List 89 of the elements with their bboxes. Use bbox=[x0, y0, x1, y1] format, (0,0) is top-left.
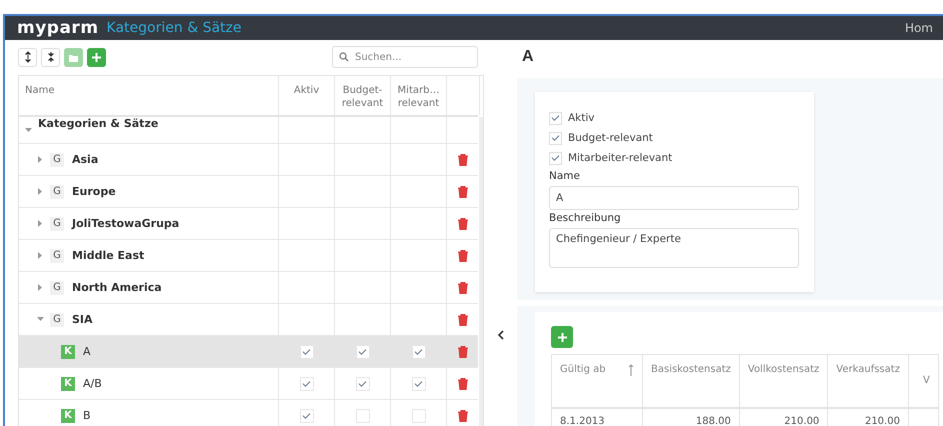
column-header[interactable]: Aktiv bbox=[279, 76, 335, 115]
trash-icon[interactable] bbox=[457, 344, 469, 358]
tree-row[interactable]: K A/B bbox=[19, 368, 478, 400]
checked-checkbox[interactable] bbox=[549, 112, 562, 124]
checked-checkbox[interactable] bbox=[300, 376, 314, 390]
column-header[interactable]: Name bbox=[19, 76, 279, 115]
row-name: A bbox=[83, 345, 91, 358]
collapse-icon bbox=[46, 51, 54, 63]
group-badge: G bbox=[50, 216, 64, 230]
tree-row[interactable]: K B bbox=[19, 400, 478, 426]
checked-checkbox[interactable] bbox=[356, 344, 370, 358]
tree-row[interactable]: K A bbox=[19, 336, 478, 368]
checked-checkbox[interactable] bbox=[300, 344, 314, 358]
column-header[interactable]: Vollkostensatz bbox=[739, 354, 828, 408]
group-badge: G bbox=[50, 184, 64, 198]
group-badge: G bbox=[50, 312, 64, 326]
category-badge: K bbox=[61, 376, 75, 390]
collapse-caret-icon[interactable] bbox=[25, 127, 32, 134]
collapse-caret-icon[interactable] bbox=[37, 316, 44, 323]
column-header[interactable]: Budget-relevant bbox=[335, 76, 391, 115]
input-field[interactable]: A bbox=[549, 186, 799, 210]
checked-checkbox[interactable] bbox=[412, 376, 426, 390]
trash-icon[interactable] bbox=[457, 248, 469, 262]
table-cell: 8.1.2013 bbox=[552, 408, 642, 426]
expand-icon bbox=[24, 51, 32, 63]
tree-row[interactable]: Kategorien & Sätze bbox=[19, 117, 478, 144]
tree-row[interactable]: G JoliTestowaGrupa bbox=[19, 208, 478, 240]
trash-icon[interactable] bbox=[457, 184, 469, 198]
row-name: Middle East bbox=[72, 249, 144, 262]
checked-checkbox[interactable] bbox=[356, 376, 370, 390]
trash-icon[interactable] bbox=[457, 152, 469, 166]
column-header[interactable]: Basiskostensatz bbox=[642, 354, 740, 408]
column-header[interactable]: Verkaufssatz bbox=[828, 354, 908, 408]
plus-icon bbox=[556, 332, 568, 342]
expand-caret-icon[interactable] bbox=[37, 284, 44, 291]
add-button[interactable] bbox=[87, 48, 106, 66]
collapse-button[interactable] bbox=[41, 48, 60, 66]
add-button[interactable] bbox=[551, 326, 573, 348]
tree-row[interactable]: G Middle East bbox=[19, 240, 478, 272]
group-badge: G bbox=[50, 152, 64, 166]
column-header[interactable]: Mitarb… relevant bbox=[391, 76, 447, 115]
row-name: Asia bbox=[72, 153, 98, 166]
row-name: Europe bbox=[72, 185, 116, 198]
nav-link[interactable]: Hom bbox=[904, 21, 933, 35]
trash-icon[interactable] bbox=[457, 408, 469, 422]
trash-icon[interactable] bbox=[457, 216, 469, 230]
checked-checkbox[interactable] bbox=[549, 132, 562, 144]
row-name: Kategorien & Sätze bbox=[38, 117, 158, 132]
checkbox[interactable] bbox=[356, 408, 370, 422]
detail-heading: A bbox=[522, 48, 535, 67]
page-title: Kategorien & Sätze bbox=[106, 20, 242, 36]
tree-row[interactable]: G Europe bbox=[19, 176, 478, 208]
checked-checkbox[interactable] bbox=[549, 152, 562, 164]
trash-icon[interactable] bbox=[457, 312, 469, 326]
category-badge: K bbox=[61, 344, 75, 358]
trash-icon[interactable] bbox=[457, 376, 469, 390]
checked-checkbox[interactable] bbox=[412, 344, 426, 358]
app-logo[interactable]: myparm bbox=[17, 18, 99, 38]
row-name: North America bbox=[72, 281, 162, 294]
collapse-panel-icon[interactable] bbox=[498, 330, 505, 340]
plus-icon bbox=[91, 52, 102, 62]
sort-ascending-icon[interactable] bbox=[628, 364, 634, 376]
checkbox-label: Budget-relevant bbox=[568, 132, 653, 144]
column-header[interactable]: Gültig ab bbox=[560, 364, 606, 375]
checked-checkbox[interactable] bbox=[300, 408, 314, 422]
tree-row[interactable]: G North America bbox=[19, 272, 478, 304]
search-icon bbox=[339, 52, 349, 62]
expand-caret-icon[interactable] bbox=[37, 188, 44, 195]
search-field[interactable]: Suchen... bbox=[332, 46, 478, 68]
row-name: B bbox=[83, 409, 91, 422]
checkbox[interactable] bbox=[412, 408, 426, 422]
column-header[interactable]: V bbox=[908, 354, 938, 408]
expand-button[interactable] bbox=[18, 48, 37, 66]
category-badge: K bbox=[61, 408, 75, 422]
expand-caret-icon[interactable] bbox=[37, 220, 44, 227]
row-name: JoliTestowaGrupa bbox=[72, 217, 180, 230]
group-badge: G bbox=[50, 280, 64, 294]
checkbox-label: Aktiv bbox=[568, 112, 595, 124]
expand-caret-icon[interactable] bbox=[37, 156, 44, 163]
group-badge: G bbox=[50, 248, 64, 262]
checkbox-label: Mitarbeiter-relevant bbox=[568, 152, 672, 164]
field-label: Name bbox=[549, 170, 581, 182]
row-name: A/B bbox=[83, 377, 102, 390]
expand-caret-icon[interactable] bbox=[37, 252, 44, 259]
text-area[interactable]: Chefingenieur / Experte bbox=[549, 228, 799, 268]
trash-icon[interactable] bbox=[457, 280, 469, 294]
tree-row[interactable]: G Asia bbox=[19, 144, 478, 176]
row-name: SIA bbox=[72, 313, 93, 326]
field-label: Beschreibung bbox=[549, 212, 622, 224]
